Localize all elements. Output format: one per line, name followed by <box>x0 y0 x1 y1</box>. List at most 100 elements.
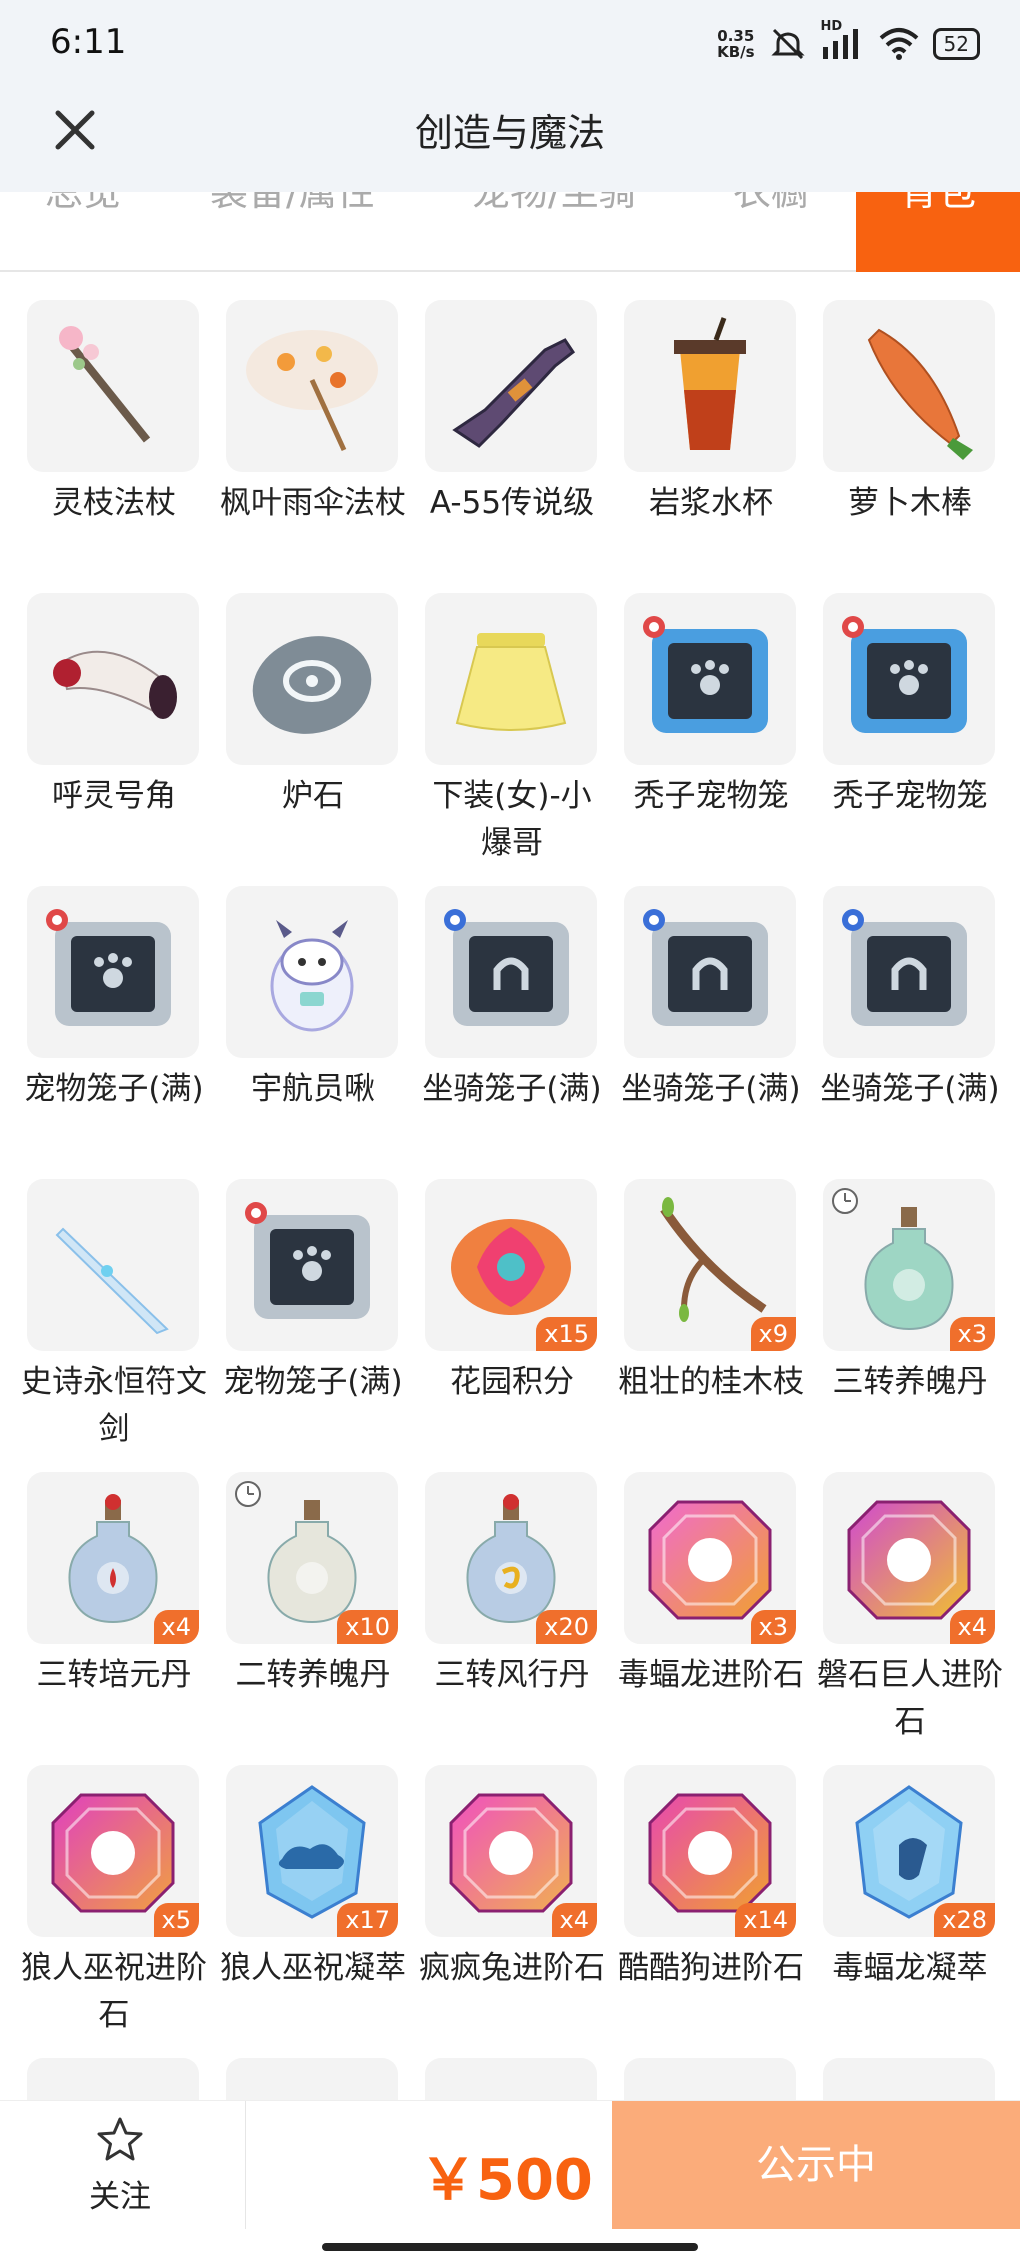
item-name: 宠物笼子(满) <box>24 1071 204 1107</box>
item-name: 下装(女)-小爆哥 <box>432 778 592 861</box>
inventory-item[interactable]: 宠物笼子(满) <box>0 886 204 1179</box>
pet-cage-blue-icon <box>643 616 768 733</box>
inventory-item[interactable]: x10 二转养魄丹 <box>199 1472 399 1765</box>
inventory-item[interactable]: 坐骑笼子(满) <box>597 886 801 1179</box>
item-name: 二转养魄丹 <box>235 1657 391 1693</box>
tab-label: 总览 <box>45 192 122 214</box>
home-indicator[interactable] <box>322 2243 698 2251</box>
inventory-item[interactable]: 史诗永恒符文剑 <box>0 1179 207 1472</box>
inventory-item[interactable]: 坐骑笼子(满) <box>796 886 1000 1179</box>
inventory-item[interactable]: x9 粗壮的桂木枝 <box>597 1179 804 1472</box>
inventory-item[interactable]: x14 酷酷狗进阶石 <box>597 1765 804 2058</box>
mute-icon <box>770 28 805 60</box>
tab-wardrobe[interactable]: 衣橱 <box>733 192 809 270</box>
item-name: 毒蝠龙进阶石 <box>618 1657 804 1693</box>
speed-value: 0.35 <box>717 27 755 45</box>
item-name: 宇航员啾 <box>251 1071 375 1107</box>
bottom-bar: 关注 ￥500 公示中 <box>0 2100 1020 2267</box>
item-tile: x28 <box>823 1765 995 1937</box>
item-name: 宠物笼子(满) <box>223 1364 403 1400</box>
inventory-item[interactable]: A-55传说级 <box>398 300 598 593</box>
top-bar: 6:11 0.35 KB/s HD 52 创造与魔法 <box>0 0 1020 192</box>
inventory-item[interactable]: 呼灵号角 <box>0 593 200 886</box>
item-grid: 灵枝法杖 枫叶雨伞法杖 A-55传说级 岩浆水杯 萝卜木棒呼灵号角 炉石 下装(女)-小爆哥… <box>0 300 1020 2100</box>
inventory-item[interactable]: x4 磐石巨人进阶石 <box>796 1472 1003 1765</box>
inventory-item[interactable]: x4 三转培元丹 <box>0 1472 200 1765</box>
mount-cage-icon <box>643 909 768 1026</box>
inventory-item[interactable]: 秃子宠物笼 <box>796 593 996 886</box>
item-name: 岩浆水杯 <box>649 485 773 521</box>
status-bar: 6:11 0.35 KB/s HD 52 <box>0 0 1020 88</box>
item-tile <box>226 300 398 472</box>
star-icon <box>97 2117 143 2161</box>
item-name: 坐骑笼子(满) <box>621 1071 801 1107</box>
item-name: 狼人巫祝凝萃 <box>220 1950 406 1986</box>
item-tile-partial <box>425 2058 597 2100</box>
item-name: 疯疯兔进阶石 <box>419 1950 605 1986</box>
inventory-item[interactable]: x17 狼人巫祝凝萃 <box>199 1765 406 2058</box>
item-name: A-55传说级 <box>429 485 595 521</box>
inventory-item[interactable]: 秃子宠物笼 <box>597 593 797 886</box>
item-tile: x4 <box>425 1765 597 1937</box>
tab-bar: 总览 装备/属性 宠物/坐骑 衣橱 背包 <box>0 192 1020 272</box>
item-tile <box>624 886 796 1058</box>
inventory-item[interactable]: 下装(女)-小爆哥 <box>398 593 598 886</box>
item-count-badge: x17 <box>337 1903 398 1937</box>
item-name: 狼人巫祝进阶石 <box>21 1950 207 2033</box>
item-name: 三转培元丹 <box>36 1657 192 1693</box>
tab-backpack[interactable]: 背包 <box>856 192 1020 272</box>
item-count-badge: x5 <box>153 1903 199 1937</box>
inventory-item[interactable]: x3 毒蝠龙进阶石 <box>597 1472 804 1765</box>
tab-label: 背包 <box>899 192 976 214</box>
inventory-item[interactable]: x15 花园积分 <box>398 1179 598 1472</box>
inventory-item[interactable]: 灵枝法杖 <box>0 300 200 593</box>
inventory-item[interactable]: x3 三转养魄丹 <box>796 1179 996 1472</box>
carrot-stick-icon <box>867 328 973 460</box>
item-tile <box>624 593 796 765</box>
item-name: 磐石巨人进阶石 <box>817 1657 1003 1740</box>
inventory-item[interactable]: 岩浆水杯 <box>597 300 797 593</box>
item-tile <box>823 300 995 472</box>
maple-umbrella-staff-icon <box>246 330 378 452</box>
horn-icon <box>53 650 177 719</box>
item-name: 三转风行丹 <box>434 1657 590 1693</box>
battery-indicator: 52 <box>932 28 980 60</box>
item-name: 萝卜木棒 <box>848 485 972 521</box>
item-count-badge: x4 <box>551 1903 597 1937</box>
inventory-item[interactable]: 宠物笼子(满) <box>199 1179 403 1472</box>
pet-cage-full-icon <box>46 909 171 1026</box>
a55-gun-icon <box>452 338 576 448</box>
inventory-item[interactable]: 炉石 <box>199 593 399 886</box>
divider <box>245 2101 246 2229</box>
item-tile <box>27 886 199 1058</box>
mount-cage-icon <box>842 909 967 1026</box>
tab-overview[interactable]: 总览 <box>45 192 121 270</box>
item-name: 坐骑笼子(满) <box>422 1071 602 1107</box>
item-name: 灵枝法杖 <box>52 485 176 521</box>
item-tile <box>27 593 199 765</box>
item-tile: x3 <box>823 1179 995 1351</box>
inventory-item[interactable]: x5 狼人巫祝进阶石 <box>0 1765 207 2058</box>
inventory-item[interactable]: 萝卜木棒 <box>796 300 996 593</box>
buy-button[interactable]: 公示中 <box>612 2101 1020 2229</box>
tab-equipment[interactable]: 装备/属性 <box>210 192 375 270</box>
inventory-item[interactable]: x4 疯疯兔进阶石 <box>398 1765 605 2058</box>
inventory-item[interactable]: 枫叶雨伞法杖 <box>199 300 406 593</box>
page-title: 创造与魔法 <box>414 111 605 155</box>
speed-unit: KB/s <box>717 43 755 61</box>
item-count-badge: x9 <box>750 1317 796 1351</box>
inventory-item[interactable]: x20 三转风行丹 <box>398 1472 598 1765</box>
item-tile <box>425 300 597 472</box>
tab-pets-mounts[interactable]: 宠物/坐骑 <box>472 192 637 270</box>
item-tile: x17 <box>226 1765 398 1937</box>
item-tile: x5 <box>27 1765 199 1937</box>
item-count-badge: x4 <box>153 1610 199 1644</box>
inventory-item[interactable]: 坐骑笼子(满) <box>398 886 602 1179</box>
item-tile <box>425 593 597 765</box>
item-tile-partial <box>226 2058 398 2100</box>
inventory-item[interactable]: x28 毒蝠龙凝萃 <box>796 1765 996 2058</box>
inventory-item[interactable]: 宇航员啾 <box>199 886 399 1179</box>
follow-button[interactable]: 关注 <box>60 2115 180 2216</box>
item-tile: x15 <box>425 1179 597 1351</box>
crystal-sword-icon <box>55 1227 169 1335</box>
